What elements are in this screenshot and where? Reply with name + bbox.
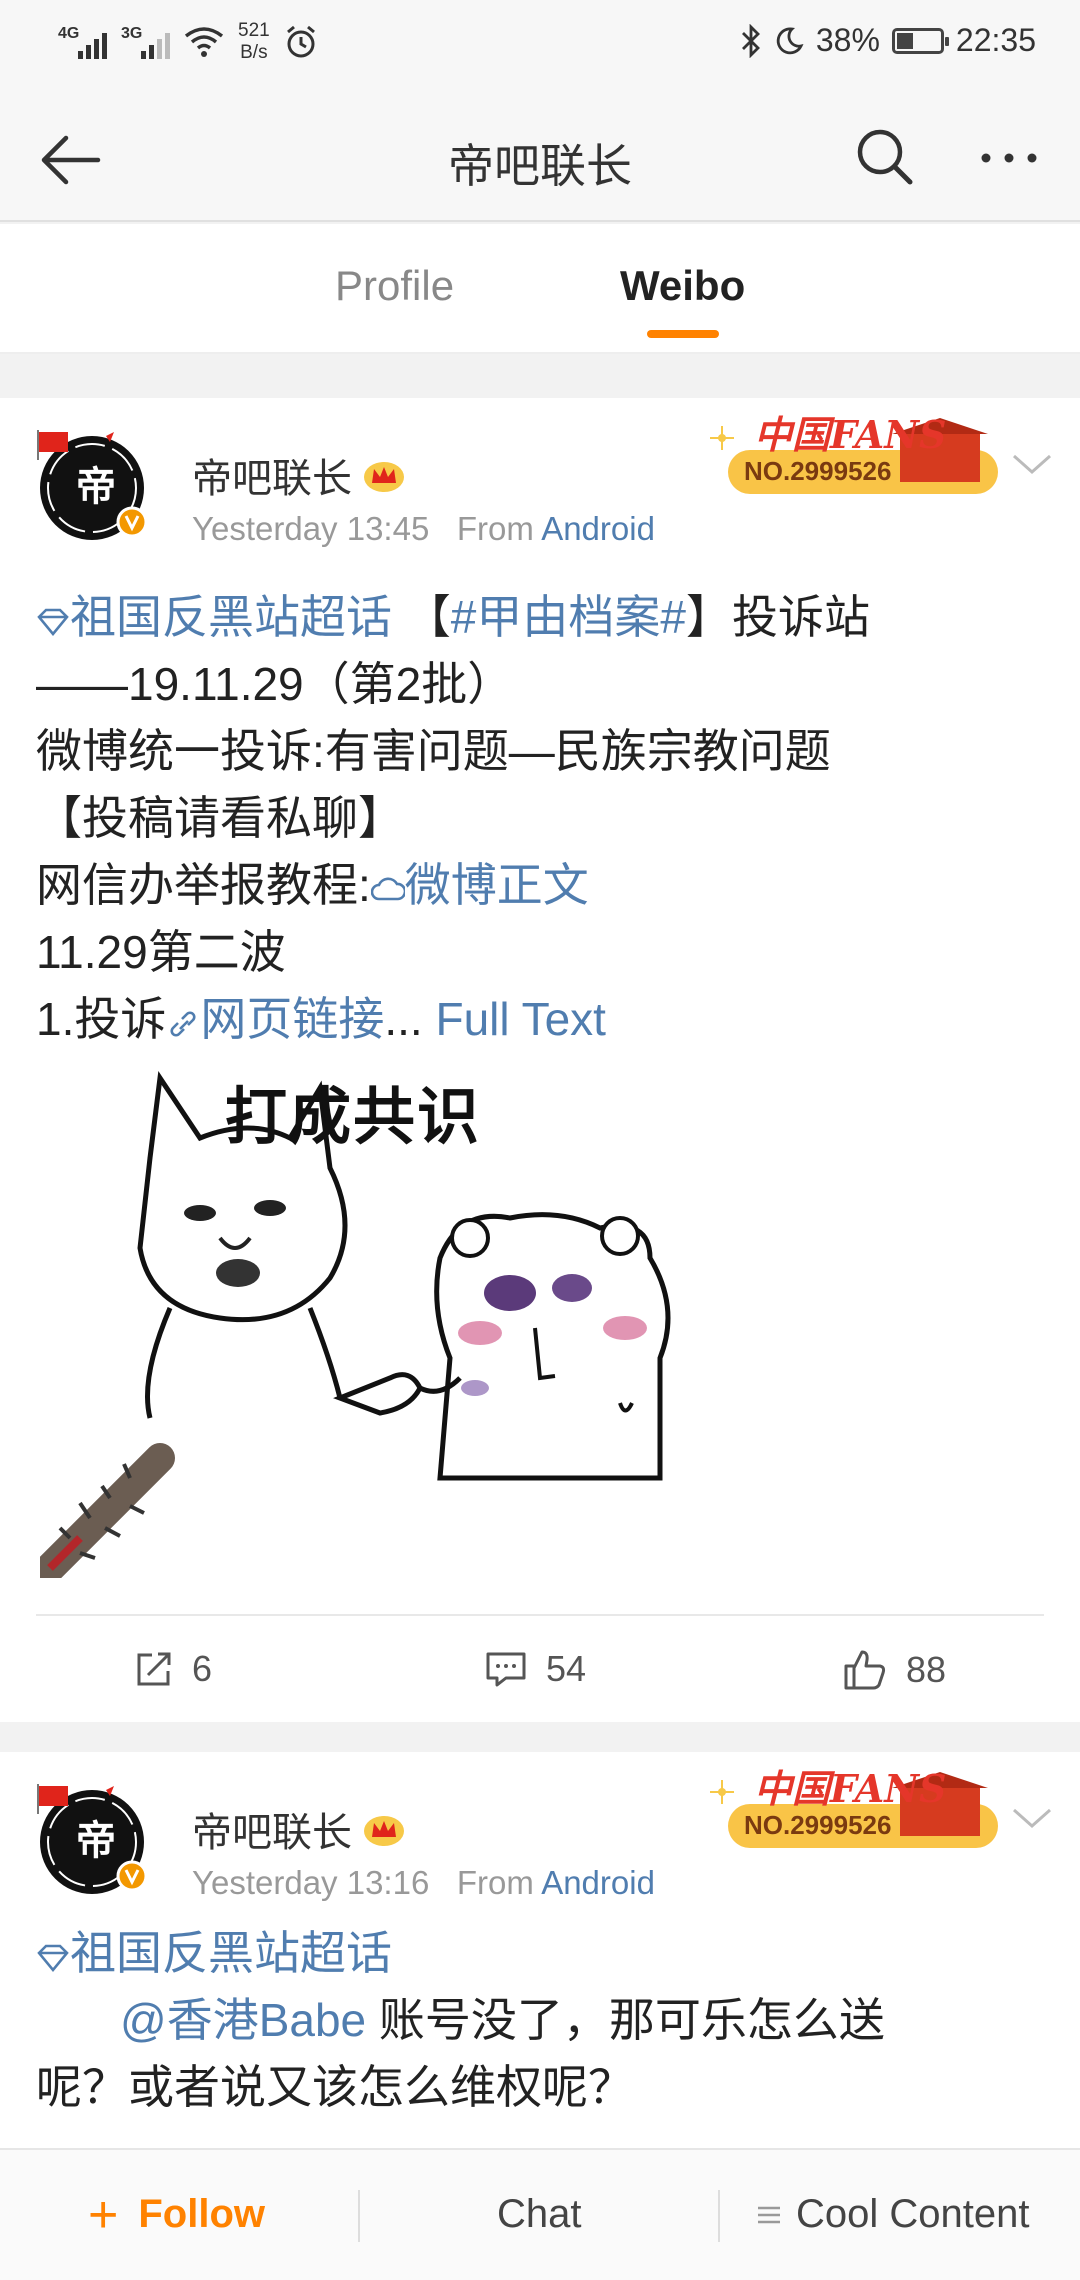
post-text-segment: 【 <box>392 591 451 643</box>
post-text-segment: 账号没了，那可乐怎么送 <box>366 1994 885 2046</box>
comment-icon <box>486 1652 526 1687</box>
wifi-icon <box>184 27 224 57</box>
divider <box>358 2190 360 2242</box>
post-text-line: 微博统一投诉:有害问题—民族宗教问题 <box>36 725 831 777</box>
network-speed: 521 B/s <box>238 20 270 64</box>
link-icon <box>170 1011 196 1037</box>
diamond-icon <box>37 608 69 637</box>
mention-link[interactable]: @香港Babe <box>120 1994 366 2046</box>
signal-3g-icon: 3G <box>121 25 170 59</box>
svg-text:帝: 帝 <box>76 1817 116 1864</box>
search-icon[interactable] <box>850 122 920 192</box>
fans-badge-title: 中国FANS <box>754 1766 947 1811</box>
username[interactable]: 帝吧联长 <box>192 446 406 504</box>
tab-profile[interactable]: Profile <box>335 262 454 310</box>
repost-count: 6 <box>192 1648 213 1689</box>
chevron-down-icon[interactable] <box>1010 448 1054 478</box>
network-speed-value: 521 <box>238 20 270 41</box>
username-text: 帝吧联长 <box>192 457 352 501</box>
divider <box>718 2190 720 2242</box>
fans-badge-number: NO.2999526 <box>744 456 892 486</box>
username[interactable]: 帝吧联长 <box>192 1800 406 1858</box>
post-meta: Yesterday 13:16 From Android <box>192 1864 655 1902</box>
chevron-down-icon[interactable] <box>1010 1802 1054 1832</box>
bluetooth-icon <box>741 23 760 58</box>
menu-icon <box>758 2206 780 2223</box>
post-meta: Yesterday 13:45 From Android <box>192 510 655 548</box>
post-source-label: From <box>456 1864 534 1901</box>
moon-icon <box>776 26 804 54</box>
follow-button[interactable]: + Follow <box>88 2185 266 2244</box>
status-bar: 4G 3G 521 B/s 38% 22:35 <box>0 0 1080 92</box>
divider <box>36 1614 1044 1616</box>
comment-count: 54 <box>546 1648 587 1689</box>
svg-text:帝: 帝 <box>76 463 116 510</box>
weibo-article-link[interactable]: 微博正文 <box>405 859 589 911</box>
post-source[interactable]: Android <box>541 510 655 547</box>
avatar[interactable]: 帝 <box>36 426 152 542</box>
more-icon[interactable] <box>974 128 1044 188</box>
weibo-post[interactable]: 帝 帝吧联长 Yesterday 13:16 From Android 中国FA… <box>0 1752 1080 2148</box>
cool-content-label: Cool Content <box>796 2192 1030 2236</box>
post-source[interactable]: Android <box>541 1864 655 1901</box>
clock: 22:35 <box>955 22 1036 58</box>
crown-icon <box>364 1816 404 1846</box>
thumbs-up-icon <box>844 1650 886 1690</box>
like-count: 88 <box>906 1649 947 1690</box>
battery-percent: 38% <box>815 22 880 58</box>
post-text-segment: 】投诉站 <box>685 591 870 643</box>
cloud-icon <box>370 877 405 901</box>
repost-icon <box>137 1652 171 1686</box>
follow-label: Follow <box>138 2192 266 2236</box>
super-topic-link[interactable]: 祖国反黑站超话 <box>70 591 392 643</box>
fans-badge[interactable]: 中国FANS NO.2999526 <box>710 402 1010 502</box>
cool-content-button[interactable]: Cool Content <box>756 2192 1029 2237</box>
bottom-action-bar: + Follow Chat Cool Content <box>0 2148 1080 2280</box>
post-text-segment: 网信办举报教程: <box>36 859 371 911</box>
post-text-line: ——19.11.29（第2批） <box>36 658 514 710</box>
web-link[interactable]: 网页链接 <box>200 993 384 1045</box>
post-text-line: 【投稿请看私聊】 <box>36 792 404 844</box>
fans-badge-title: 中国FANS <box>754 412 947 457</box>
repost-button[interactable]: 6 <box>134 1648 212 1690</box>
post-time: Yesterday 13:45 <box>192 510 430 547</box>
post-text-line: 11.29第二波 <box>36 926 286 978</box>
crown-icon <box>364 462 404 492</box>
post-time: Yesterday 13:16 <box>192 1864 430 1901</box>
profile-tabs: Profile Weibo <box>0 224 1080 354</box>
alarm-icon <box>286 25 315 58</box>
post-text: 祖国反黑站超话 【#甲由档案#】投诉站 ——19.11.29（第2批） 微博统一… <box>36 584 1040 1053</box>
fans-badge[interactable]: 中国FANS NO.2999526 <box>710 1756 1010 1856</box>
post-image-caption: 打成共识 <box>225 1083 482 1152</box>
fans-badge-number: NO.2999526 <box>744 1810 892 1840</box>
comment-button[interactable]: 54 <box>484 1648 586 1690</box>
weibo-post[interactable]: 帝 帝吧联长 Yesterday 13:45 From Android 中国FA… <box>0 398 1080 1722</box>
post-text: 祖国反黑站超话 @香港Babe 账号没了，那可乐怎么送 呢？或者说又该怎么维权呢… <box>36 1920 1040 2121</box>
post-text-line: 呢？或者说又该怎么维权呢？ <box>36 2061 634 2113</box>
hashtag-link[interactable]: #甲由档案# <box>451 591 686 643</box>
plus-icon: + <box>88 2185 119 2244</box>
post-source-label: From <box>456 510 534 547</box>
nav-bar: 帝吧联长 <box>0 92 1080 222</box>
avatar[interactable]: 帝 <box>36 1780 152 1896</box>
super-topic-link[interactable]: 祖国反黑站超话 <box>70 1927 392 1979</box>
network-speed-unit: B/s <box>240 42 268 63</box>
full-text-link[interactable]: Full Text <box>436 993 606 1045</box>
chat-button[interactable]: Chat <box>497 2192 582 2237</box>
battery-level <box>896 32 913 49</box>
post-text-segment: 1.投诉 <box>36 993 167 1045</box>
battery-icon <box>891 27 949 54</box>
signal-4g-icon: 4G <box>58 25 107 59</box>
username-text: 帝吧联长 <box>192 1811 352 1855</box>
network-type-1: 4G <box>58 25 80 42</box>
post-text-ellipsis: ... <box>384 993 423 1045</box>
network-type-2: 3G <box>121 25 143 42</box>
diamond-icon <box>37 1944 69 1973</box>
like-button[interactable]: 88 <box>842 1648 946 1692</box>
active-tab-indicator <box>647 330 719 338</box>
tab-weibo[interactable]: Weibo <box>620 262 745 310</box>
